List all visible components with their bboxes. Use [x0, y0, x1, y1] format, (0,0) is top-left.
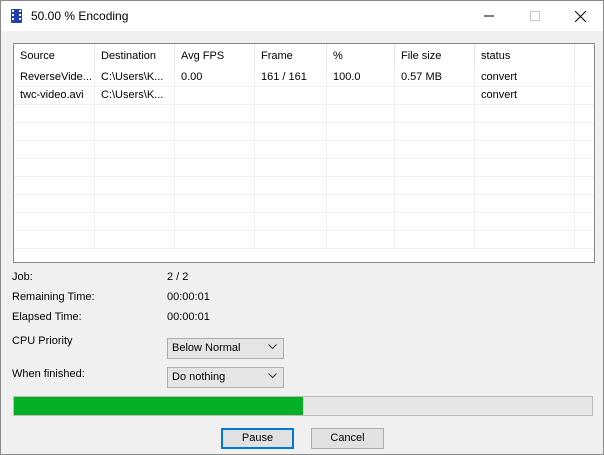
empty-row: [14, 195, 594, 213]
job-label: Job:: [12, 271, 33, 283]
elapsed-time-label: Elapsed Time:: [12, 311, 82, 323]
cell-frame: [255, 87, 327, 104]
cpu-priority-label: CPU Priority: [12, 335, 73, 347]
cell-percent: [327, 87, 395, 104]
job-value: 2 / 2: [167, 271, 189, 283]
empty-row: [14, 231, 594, 249]
column-header-frame[interactable]: Frame: [255, 44, 327, 69]
encoding-progress-bar: [13, 396, 593, 416]
cpu-priority-select[interactable]: Below Normal: [167, 338, 284, 359]
column-header-file-size[interactable]: File size: [395, 44, 475, 69]
film-icon: [11, 9, 22, 23]
cell-status: convert: [475, 87, 575, 104]
column-header-source[interactable]: Source: [14, 44, 95, 69]
encoding-window: 50.00 % Encoding Source Destination Avg …: [0, 0, 604, 455]
cell-source: twc-video.avi: [14, 87, 95, 104]
list-header: Source Destination Avg FPS Frame % File …: [14, 44, 594, 69]
cell-file-size: [395, 87, 475, 104]
cell-source: ReverseVide...: [14, 69, 95, 86]
cell-status: convert: [475, 69, 575, 86]
cell-percent: 100.0: [327, 69, 395, 86]
empty-row: [14, 141, 594, 159]
cpu-priority-value: Below Normal: [172, 342, 241, 354]
cancel-button[interactable]: Cancel: [311, 428, 384, 449]
column-header-avg-fps[interactable]: Avg FPS: [175, 44, 255, 69]
chevron-down-icon: [268, 344, 277, 350]
pause-button[interactable]: Pause: [221, 428, 294, 449]
encoding-job-list[interactable]: Source Destination Avg FPS Frame % File …: [13, 43, 595, 263]
elapsed-time-value: 00:00:01: [167, 311, 210, 323]
progress-fill: [14, 397, 303, 415]
when-finished-label: When finished:: [12, 368, 85, 380]
maximize-icon: [530, 11, 540, 21]
empty-row: [14, 177, 594, 195]
when-finished-select[interactable]: Do nothing: [167, 367, 284, 388]
cell-destination: C:\Users\K...: [95, 87, 175, 104]
close-icon: [574, 10, 586, 22]
title-bar[interactable]: 50.00 % Encoding: [1, 1, 603, 31]
when-finished-value: Do nothing: [172, 371, 226, 383]
remaining-time-value: 00:00:01: [167, 291, 210, 303]
chevron-down-icon: [268, 373, 277, 379]
cell-destination: C:\Users\K...: [95, 69, 175, 86]
column-header-filler: [575, 44, 594, 69]
empty-row: [14, 213, 594, 231]
maximize-button: [512, 1, 558, 31]
minimize-button[interactable]: [466, 1, 512, 31]
cell-filler: [575, 69, 594, 86]
window-title: 50.00 % Encoding: [31, 9, 129, 23]
empty-row: [14, 159, 594, 177]
table-row[interactable]: twc-video.avi C:\Users\K... convert: [14, 87, 594, 105]
table-row[interactable]: ReverseVide... C:\Users\K... 0.00 161 / …: [14, 69, 594, 87]
column-header-status[interactable]: status: [475, 44, 575, 69]
cell-filler: [575, 87, 594, 104]
cell-file-size: 0.57 MB: [395, 69, 475, 86]
empty-row: [14, 105, 594, 123]
cell-frame: 161 / 161: [255, 69, 327, 86]
cell-avg-fps: 0.00: [175, 69, 255, 86]
column-header-destination[interactable]: Destination: [95, 44, 175, 69]
empty-row: [14, 123, 594, 141]
remaining-time-label: Remaining Time:: [12, 291, 95, 303]
column-header-percent[interactable]: %: [327, 44, 395, 69]
cell-avg-fps: [175, 87, 255, 104]
minimize-icon: [484, 15, 494, 17]
close-button[interactable]: [557, 1, 603, 31]
